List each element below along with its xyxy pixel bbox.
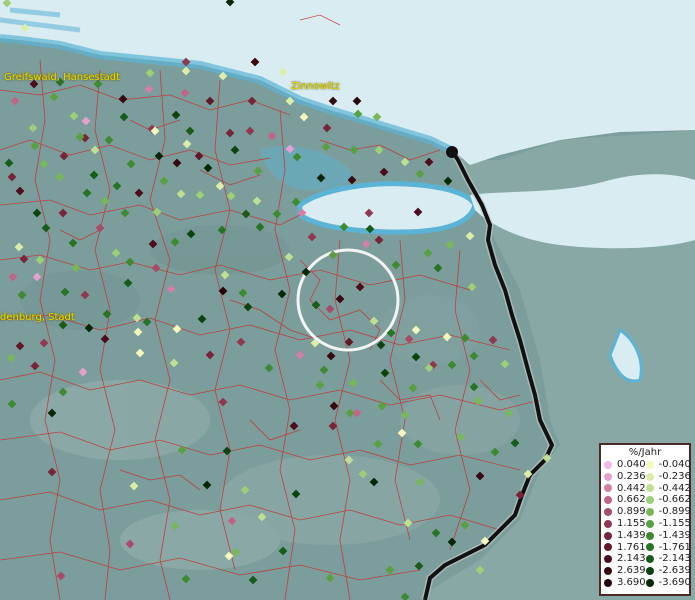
lagoon [297,181,478,235]
legend-row: 2.143 [604,553,646,565]
legend-row: 1.439 [604,530,646,542]
border-endpoint [446,146,458,158]
legend-row: 0.236 [604,471,646,483]
legend-swatch [645,567,654,576]
legend-value: 0.662 [617,494,646,506]
legend-value: 2.143 [617,553,646,565]
legend-swatch [604,531,612,540]
legend-value: 0.442 [617,482,646,494]
legend-swatch [604,484,612,493]
legend-row: 1.761 [604,542,646,554]
place-label-town: denburg, Stadt [0,312,75,323]
map-view[interactable]: Greifswald, Hansestadt Zinnowitz denburg… [0,0,695,600]
legend-row: -1.439 [645,529,691,542]
legend-value: 0.040 [617,459,646,470]
legend-value: 3.690 [617,576,646,588]
legend-row: 0.442 [604,483,646,495]
legend-swatch [645,578,654,587]
legend-swatch [645,508,654,517]
legend-swatch [645,555,654,564]
place-label-zinnowitz: Zinnowitz [291,81,340,92]
legend-swatch [645,519,654,528]
legend-row: -0.899 [645,506,691,518]
legend-value: -0.662 [658,494,691,506]
legend-swatch [645,472,654,481]
legend-row: 3.690 [604,577,646,589]
legend-value: 0.899 [617,506,646,518]
legend-positive-column: 0.040 0.236 0.442 0.662 0.899 1.155 1.439 1.761… [604,459,646,589]
legend-row: -1.761 [645,541,691,554]
legend-value: -1.761 [658,541,691,553]
legend-swatch [604,519,612,528]
legend-swatch [604,496,612,505]
legend-row: -2.639 [645,565,691,577]
legend-row: -0.236 [645,470,691,483]
legend-row: 0.662 [604,494,646,506]
legend-value: -1.439 [658,529,691,541]
legend-value: -0.040 [658,459,691,470]
legend-row: -0.442 [645,482,691,495]
legend-row: -1.155 [645,517,691,530]
legend-value: 2.639 [617,565,646,577]
legend-value: -0.442 [658,482,691,494]
legend-swatch [645,543,654,552]
place-label-greifswald: Greifswald, Hansestadt [4,72,120,83]
legend-swatch [604,543,612,552]
legend-value: 1.155 [617,517,646,529]
legend-swatch [604,472,612,481]
legend-swatch [604,578,612,587]
legend-value: -2.143 [658,553,691,565]
legend-swatch [604,508,612,517]
legend: %/Jahr 0.040 0.236 0.442 0.662 0.899 1.155 1.4… [599,443,691,596]
legend-row: 0.040 [604,459,646,471]
legend-value: -3.690 [658,576,691,588]
legend-row: 0.899 [604,506,646,518]
legend-value: 1.439 [617,529,646,541]
legend-row: -2.143 [645,553,691,565]
map-canvas [0,0,695,600]
legend-swatch [645,484,654,493]
legend-negative-column: -0.040 -0.236 -0.442 -0.662 -0.899 -1.155 -1.4… [645,459,691,589]
legend-row: 2.639 [604,565,646,577]
legend-value: -0.899 [658,506,691,518]
legend-swatch [604,460,612,469]
legend-swatch [645,460,654,469]
legend-value: -0.236 [658,470,691,482]
legend-row: -3.690 [645,576,691,589]
legend-value: -1.155 [658,517,691,529]
legend-value: -2.639 [658,565,691,577]
legend-row: -0.662 [645,494,691,506]
legend-row: -0.040 [645,459,691,471]
legend-title: %/Jahr [628,447,662,458]
legend-swatch [645,531,654,540]
legend-swatch [604,567,612,576]
legend-value: 1.761 [617,541,646,553]
legend-swatch [645,496,654,505]
legend-value: 0.236 [617,470,646,482]
legend-row: 1.155 [604,518,646,530]
legend-swatch [604,555,612,564]
